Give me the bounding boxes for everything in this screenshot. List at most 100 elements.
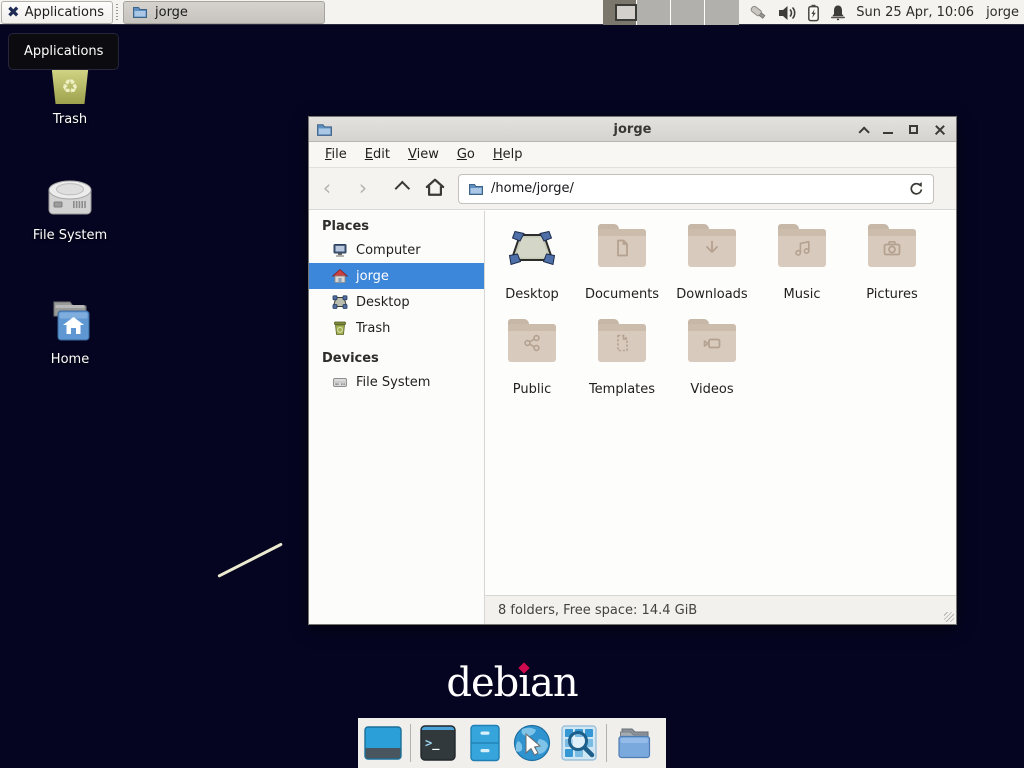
file-cabinet-icon	[465, 723, 505, 763]
folder-item-desktop[interactable]: Desktop	[487, 211, 577, 306]
folder-icon	[778, 229, 826, 267]
sidebar-item-computer[interactable]: Computer	[309, 237, 484, 263]
desktop-icon-label: Trash	[22, 112, 118, 127]
folder-item-downloads[interactable]: Downloads	[667, 211, 757, 306]
workspace-3[interactable]	[671, 0, 705, 25]
desktop-icon-label: File System	[22, 228, 118, 243]
taskbar-window-label: jorge	[155, 5, 188, 20]
folder-item-label: Public	[487, 382, 577, 397]
location-path[interactable]: /home/jorge/	[491, 181, 902, 196]
file-manager-launcher[interactable]	[614, 723, 654, 763]
folder-icon	[688, 324, 736, 362]
sidebar-item-jorge[interactable]: jorge	[309, 263, 484, 289]
resize-grip[interactable]	[944, 612, 954, 622]
notifications-bell-icon[interactable]	[830, 4, 846, 21]
sidebar-item-label: Desktop	[356, 295, 410, 310]
folder-item-templates[interactable]: Templates	[577, 306, 667, 401]
folder-item-label: Desktop	[487, 287, 577, 302]
sidebar-item-trash[interactable]: Trash	[309, 315, 484, 341]
minimize-button[interactable]	[881, 123, 894, 136]
app-finder-launcher[interactable]	[559, 723, 599, 763]
dock-separator	[606, 724, 607, 762]
workspace-switcher	[603, 0, 739, 25]
panel-clock: Sun 25 Apr, 10:06	[856, 5, 974, 20]
folder-item-videos[interactable]: Videos	[667, 306, 757, 401]
taskbar-window-button[interactable]: jorge	[123, 1, 325, 24]
computer-icon	[332, 242, 348, 258]
home-button[interactable]	[417, 177, 453, 201]
titlebar[interactable]: jorge	[309, 117, 956, 142]
menu-go[interactable]: Go	[448, 143, 484, 166]
applications-menu-label: Applications	[25, 5, 104, 20]
panel-username: jorge	[986, 5, 1019, 20]
web-browser-globe-icon	[512, 723, 552, 763]
stray-line-artifact	[217, 542, 283, 577]
applications-menu-button[interactable]: ✖ Applications	[1, 1, 113, 24]
file-cabinet-launcher[interactable]	[465, 723, 505, 763]
folder-item-label: Documents	[577, 287, 667, 302]
battery-icon[interactable]	[806, 4, 821, 22]
sidebar-item-filesystem[interactable]: File System	[309, 369, 484, 395]
up-button[interactable]	[381, 183, 417, 194]
sidebar-item-label: File System	[356, 375, 430, 390]
desktop-icon	[332, 294, 348, 310]
places-header: Places	[309, 216, 484, 237]
folder-icon	[468, 181, 484, 197]
close-button[interactable]	[933, 123, 946, 136]
window-folder-icon	[316, 121, 333, 138]
folder-item-label: Templates	[577, 382, 667, 397]
workspace-1[interactable]	[603, 0, 637, 25]
volume-icon[interactable]	[778, 5, 797, 21]
workspace-4[interactable]	[705, 0, 739, 25]
devices-header: Devices	[309, 348, 484, 369]
folder-item-music[interactable]: Music	[757, 211, 847, 306]
folder-item-documents[interactable]: Documents	[577, 211, 667, 306]
workspace-2[interactable]	[637, 0, 671, 25]
applications-tooltip: Applications	[8, 33, 119, 70]
folder-icon	[688, 229, 736, 267]
workspace-window-miniature	[615, 4, 637, 21]
maximize-button[interactable]	[907, 123, 920, 136]
terminal-launcher[interactable]: >_	[418, 723, 458, 763]
sidebar-item-label: Computer	[356, 243, 421, 258]
folder-item-pictures[interactable]: Pictures	[847, 211, 937, 306]
menu-view[interactable]: View	[399, 143, 448, 166]
folder-icon	[508, 324, 556, 362]
sidebar-item-desktop[interactable]: Desktop	[309, 289, 484, 315]
menu-edit[interactable]: Edit	[356, 143, 399, 166]
sidebar-item-label: Trash	[356, 321, 390, 336]
menu-file[interactable]: File	[316, 143, 356, 166]
web-browser-launcher[interactable]	[512, 723, 552, 763]
back-button[interactable]: ‹	[309, 178, 345, 199]
home-icon	[332, 268, 348, 284]
debian-logo: debıan	[0, 663, 1024, 703]
folder-view: Desktop Documents Downloads	[485, 211, 956, 624]
menu-help[interactable]: Help	[484, 143, 532, 166]
show-desktop-icon	[363, 723, 403, 763]
show-desktop-button[interactable]	[363, 723, 403, 763]
desktop-icon-home[interactable]: Home	[22, 296, 118, 367]
sidebar-item-label: jorge	[356, 269, 389, 284]
status-bar: 8 folders, Free space: 14.4 GiB	[485, 595, 956, 624]
desktop-icon-filesystem[interactable]: File System	[22, 172, 118, 243]
file-manager-window: jorge File Edit View Go Help ‹ ›	[308, 116, 957, 625]
desktop-special-icon	[508, 229, 556, 267]
folder-item-label: Downloads	[667, 287, 757, 302]
home-icon	[424, 177, 446, 197]
home-folder-icon	[22, 296, 118, 344]
folder-item-public[interactable]: Public	[487, 306, 577, 401]
hard-drive-icon	[332, 374, 348, 390]
folder-icon	[614, 723, 654, 763]
forward-button[interactable]: ›	[345, 178, 381, 199]
shade-button[interactable]	[855, 123, 868, 136]
location-bar[interactable]: /home/jorge/	[458, 174, 934, 204]
top-panel: ✖ Applications jorge	[0, 0, 1024, 25]
toolbar: ‹ › /home/jorge/	[309, 168, 956, 210]
side-pane: Places Computer jorge	[309, 211, 485, 624]
reload-icon[interactable]	[909, 181, 924, 196]
terminal-prompt-glyph: >_	[425, 736, 439, 750]
settings-tool-icon[interactable]	[747, 3, 769, 23]
system-tray	[747, 3, 846, 23]
menubar: File Edit View Go Help	[309, 142, 956, 168]
folder-icon	[598, 229, 646, 267]
